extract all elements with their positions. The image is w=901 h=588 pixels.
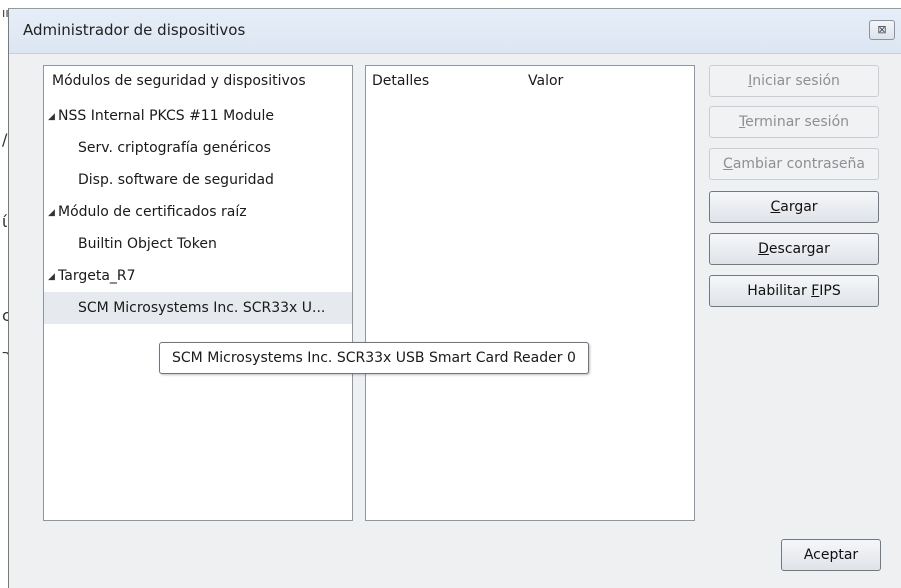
change-password-button[interactable]: Cambiar contraseña <box>709 148 879 180</box>
tree-item-label: SCM Microsystems Inc. SCR33x U... <box>78 300 326 316</box>
tree-item-label: Targeta_R7 <box>58 268 136 284</box>
details-panel[interactable]: Detalles Valor <box>365 65 695 521</box>
tree-item-label: NSS Internal PKCS #11 Module <box>58 108 274 124</box>
tree-item-builtin-object-token[interactable]: Builtin Object Token <box>44 228 352 260</box>
expander-icon[interactable]: ◢ <box>48 261 58 293</box>
modules-tree[interactable]: ◢ NSS Internal PKCS #11 Module Serv. crip… <box>44 100 352 324</box>
tree-item-label: Módulo de certificados raíz <box>58 204 247 220</box>
value-column-header[interactable]: Valor <box>528 66 563 96</box>
modules-column-header[interactable]: Módulos de seguridad y dispositivos <box>52 66 306 96</box>
tree-item-label: Serv. criptografía genéricos <box>78 140 271 156</box>
tree-item-label: Builtin Object Token <box>78 236 217 252</box>
tooltip: SCM Microsystems Inc. SCR33x USB Smart C… <box>159 342 589 374</box>
expander-icon[interactable]: ◢ <box>48 101 58 133</box>
ok-button[interactable]: Aceptar <box>781 539 881 571</box>
device-manager-dialog: Administrador de dispositivos ⊠ Módulos … <box>8 8 901 588</box>
load-button[interactable]: Cargar <box>709 191 879 223</box>
tree-item-software-security-device[interactable]: Disp. software de seguridad <box>44 164 352 196</box>
enable-fips-button[interactable]: Habilitar FIPS <box>709 275 879 307</box>
security-modules-panel[interactable]: Módulos de seguridad y dispositivos ◢ NSS… <box>43 65 353 521</box>
logout-button[interactable]: Terminar sesión <box>709 106 879 138</box>
title-bar: Administrador de dispositivos ⊠ <box>9 9 901 54</box>
tree-item-label: Disp. software de seguridad <box>78 172 274 188</box>
close-icon[interactable]: ⊠ <box>869 20 895 40</box>
tree-item-generic-crypto-services[interactable]: Serv. criptografía genéricos <box>44 132 352 164</box>
window-title: Administrador de dispositivos <box>23 21 246 39</box>
tree-item-scm-card-reader[interactable]: SCM Microsystems Inc. SCR33x U... <box>44 292 352 324</box>
tree-item-targeta-r7[interactable]: ◢ Targeta_R7 <box>44 260 352 292</box>
tree-item-root-certs-module[interactable]: ◢ Módulo de certificados raíz <box>44 196 352 228</box>
expander-icon[interactable]: ◢ <box>48 197 58 229</box>
tree-item-nss-internal-module[interactable]: ◢ NSS Internal PKCS #11 Module <box>44 100 352 132</box>
details-column-header[interactable]: Detalles <box>372 66 429 96</box>
unload-button[interactable]: Descargar <box>709 233 879 265</box>
login-button[interactable]: Iniciar sesión <box>709 65 879 97</box>
